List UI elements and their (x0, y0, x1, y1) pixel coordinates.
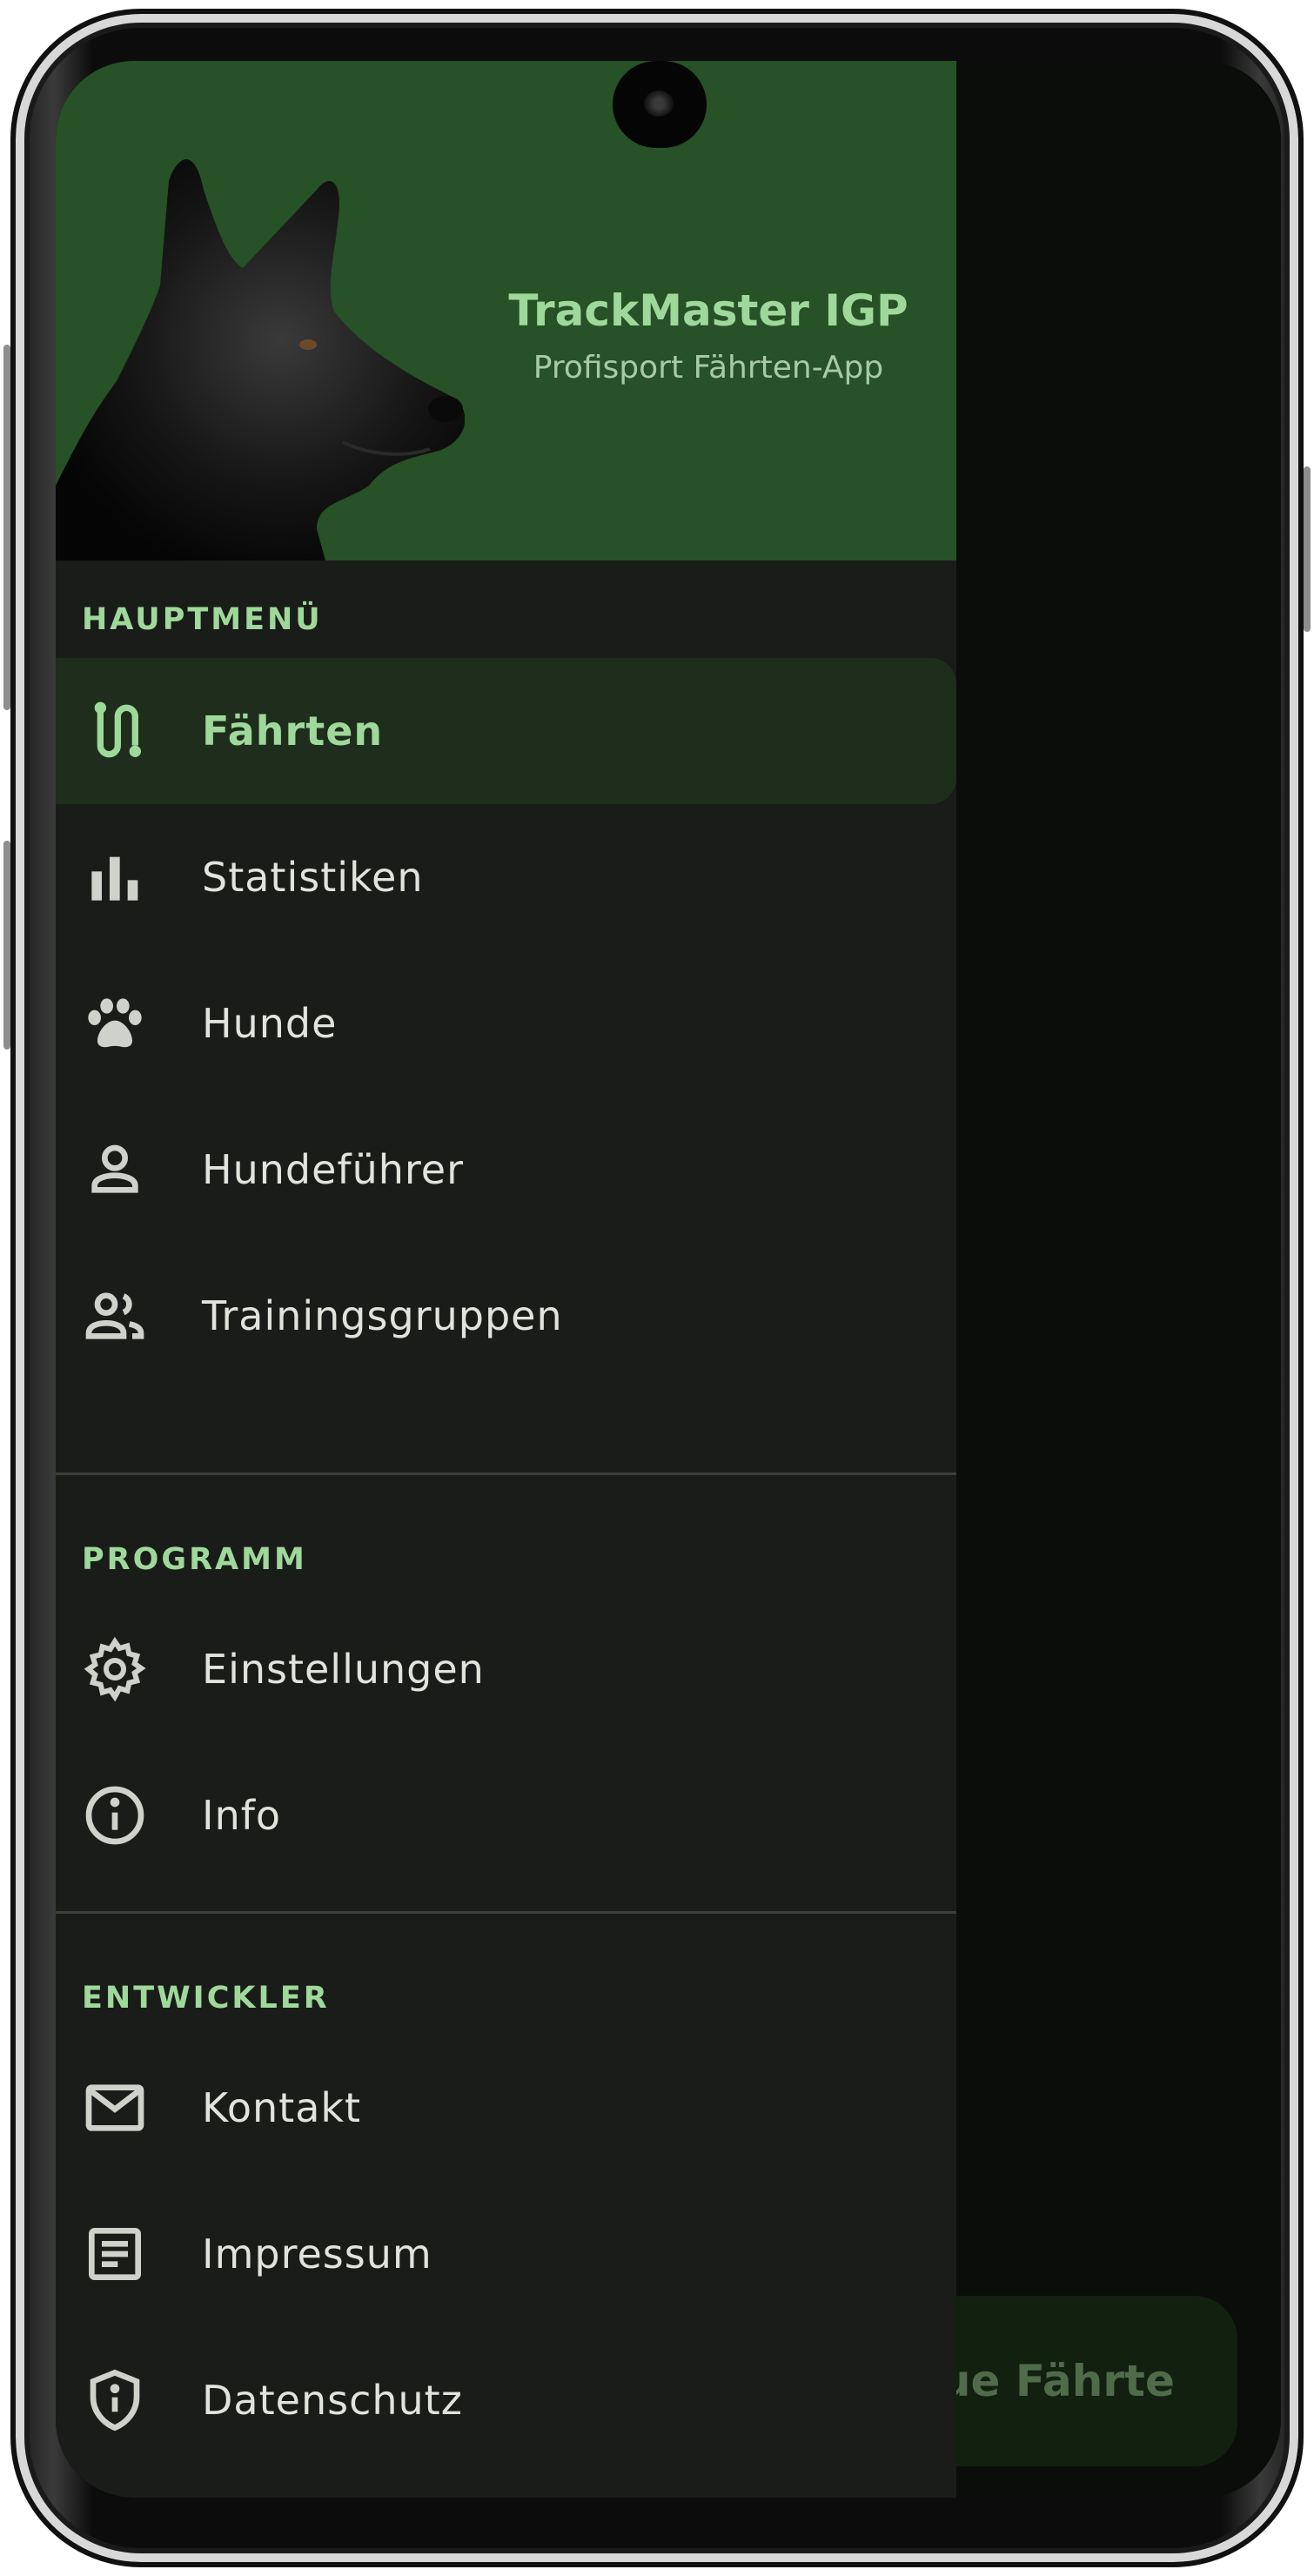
section-title-main: HAUPTMENÜ (82, 602, 323, 637)
divider (56, 1911, 956, 1914)
nav-item-statistiken[interactable]: Statistiken (56, 804, 956, 950)
nav-item-kontakt[interactable]: Kontakt (56, 2035, 956, 2181)
screen: eue Fährte TrackMaster IGP Profisport Fä (56, 61, 1281, 2498)
nav-item-info[interactable]: Info (56, 1742, 956, 1888)
app-subtitle: Profisport Fährten-App (533, 350, 884, 386)
section-title-program: PROGRAMM (82, 1542, 307, 1577)
side-key (1304, 466, 1311, 632)
nav-item-label: Hundeführer (202, 1146, 465, 1193)
nav-item-einstellungen[interactable]: Einstellungen (56, 1596, 956, 1742)
power-button (3, 345, 10, 710)
document-icon (80, 2219, 150, 2289)
section-title-developer: ENTWICKLER (82, 1981, 330, 2016)
volume-button (3, 841, 10, 1050)
nav-item-label: Hunde (202, 1000, 338, 1047)
paw-icon (80, 989, 150, 1058)
nav-item-label: Kontakt (202, 2084, 362, 2131)
shield-icon (80, 2365, 150, 2435)
route-icon (80, 696, 150, 766)
nav-item-label: Einstellungen (202, 1646, 485, 1693)
nav-item-label: Statistiken (202, 854, 424, 901)
dog-illustration (56, 159, 465, 560)
app-title: TrackMaster IGP (508, 285, 908, 336)
mail-icon (80, 2073, 150, 2143)
front-camera (613, 61, 707, 148)
nav-item-datenschutz[interactable]: Datenschutz (56, 2327, 956, 2473)
bar-chart-icon (80, 842, 150, 912)
info-icon (80, 1781, 150, 1850)
person-icon (80, 1135, 150, 1204)
nav-item-label: Datenschutz (202, 2377, 463, 2424)
nav-item-trainingsgruppen[interactable]: Trainingsgruppen (56, 1243, 956, 1389)
nav-item-label: Fährten (202, 708, 384, 755)
navigation-drawer: TrackMaster IGP Profisport Fährten-App H… (56, 61, 956, 2498)
nav-item-impressum[interactable]: Impressum (56, 2181, 956, 2327)
nav-item-label: Impressum (202, 2231, 432, 2277)
nav-item-label: Info (202, 1792, 282, 1839)
nav-item-fahrten[interactable]: Fährten (56, 658, 956, 804)
gear-icon (80, 1634, 150, 1704)
drawer-header: TrackMaster IGP Profisport Fährten-App (56, 61, 956, 560)
group-icon (80, 1281, 150, 1351)
nav-item-label: Trainingsgruppen (202, 1292, 563, 1339)
divider (56, 1472, 956, 1475)
nav-item-hunde[interactable]: Hunde (56, 950, 956, 1097)
nav-item-hundefuehrer[interactable]: Hundeführer (56, 1097, 956, 1243)
